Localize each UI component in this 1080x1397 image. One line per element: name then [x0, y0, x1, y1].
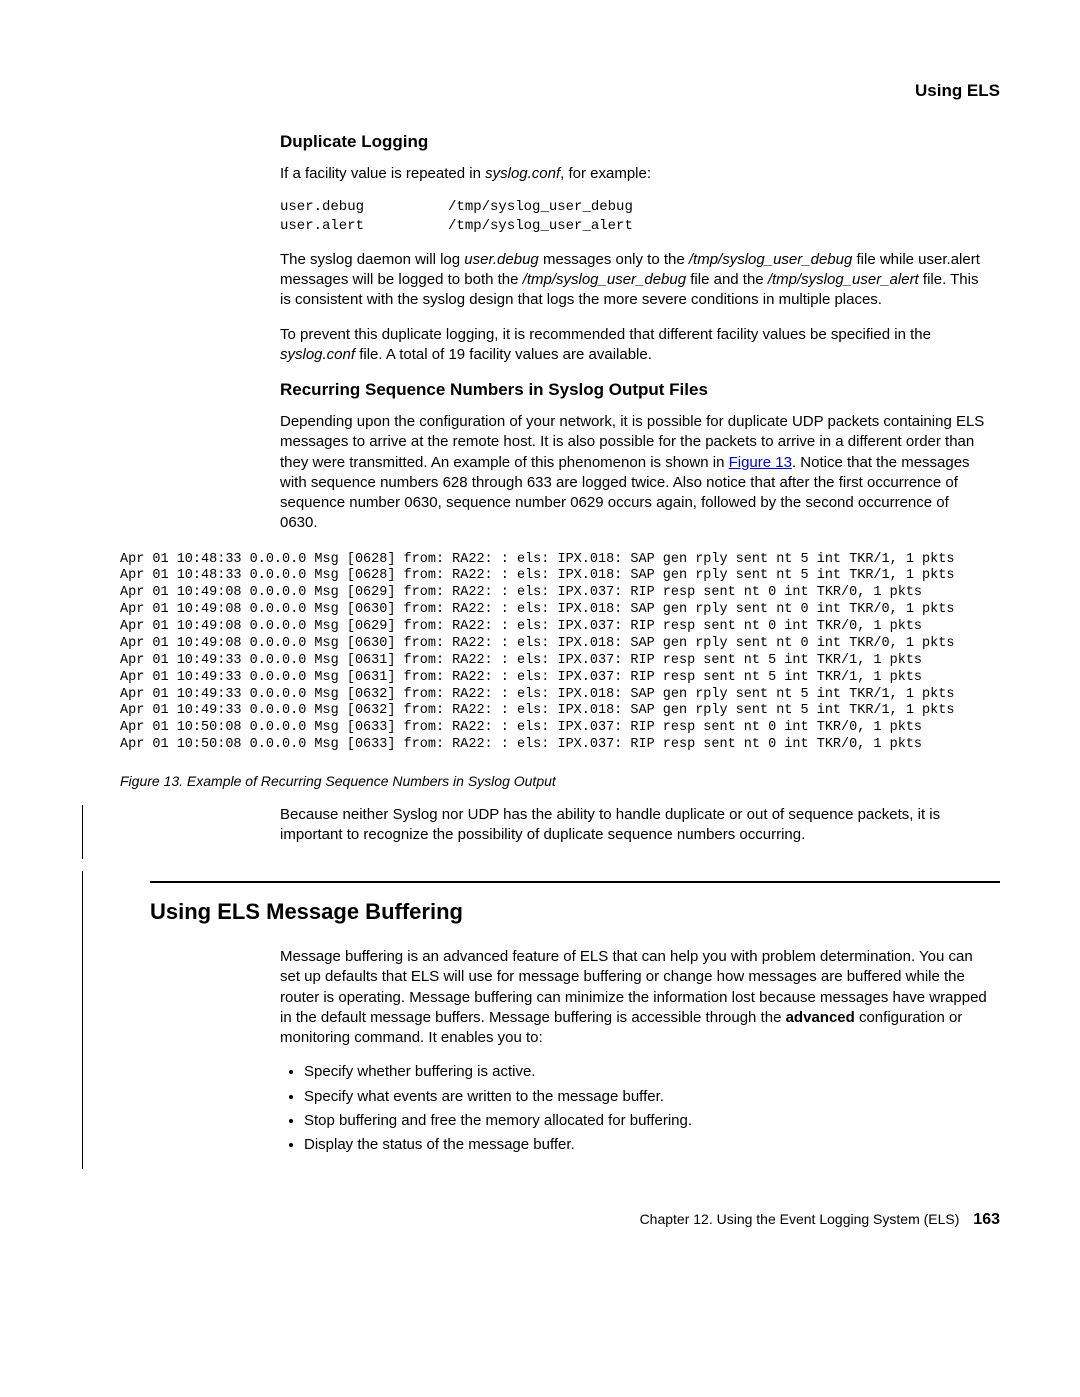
text: file and the: [686, 271, 768, 288]
heading-message-buffering: Using ELS Message Buffering: [150, 897, 1000, 927]
text-italic: /tmp/syslog_user_alert: [768, 271, 919, 288]
text: The syslog daemon will log: [280, 251, 464, 268]
text-italic: syslog.conf: [280, 346, 355, 363]
figure-caption: Figure 13. Example of Recurring Sequence…: [120, 772, 1000, 791]
list-item: Specify whether buffering is active.: [304, 1062, 990, 1082]
heading-duplicate-logging: Duplicate Logging: [280, 131, 990, 154]
text-bold: advanced: [786, 1009, 855, 1026]
page-footer: Chapter 12. Using the Event Logging Syst…: [80, 1209, 1000, 1231]
page-header-right: Using ELS: [80, 80, 1000, 103]
text: messages only to the: [539, 251, 689, 268]
section-rule: [150, 881, 1000, 883]
list-item: Display the status of the message buffer…: [304, 1135, 990, 1155]
syslog-output-block: Apr 01 10:48:33 0.0.0.0 Msg [0628] from:…: [120, 552, 1000, 755]
chapter-label: Chapter 12. Using the Event Logging Syst…: [640, 1211, 960, 1227]
code-block: user.debug /tmp/syslog_user_debug user.a…: [280, 198, 990, 236]
paragraph: Because neither Syslog nor UDP has the a…: [280, 805, 990, 846]
paragraph: To prevent this duplicate logging, it is…: [280, 325, 990, 366]
text-italic: /tmp/syslog_user_debug: [689, 251, 852, 268]
text-italic: syslog.conf: [485, 165, 560, 182]
text: file. A total of 19 facility values are …: [355, 346, 652, 363]
text: To prevent this duplicate logging, it is…: [280, 326, 931, 343]
paragraph: If a facility value is repeated in syslo…: [280, 164, 990, 184]
list-item: Stop buffering and free the memory alloc…: [304, 1111, 990, 1131]
change-bar: [80, 805, 110, 860]
page-number: 163: [973, 1211, 1000, 1228]
paragraph: Message buffering is an advanced feature…: [280, 947, 990, 1048]
change-bar: [80, 871, 110, 1169]
bullet-list: Specify whether buffering is active. Spe…: [280, 1062, 990, 1155]
list-item: Specify what events are written to the m…: [304, 1087, 990, 1107]
text: , for example:: [560, 165, 651, 182]
figure-link[interactable]: Figure 13: [729, 454, 792, 471]
text: If a facility value is repeated in: [280, 165, 485, 182]
paragraph: Depending upon the configuration of your…: [280, 412, 990, 534]
paragraph: The syslog daemon will log user.debug me…: [280, 250, 990, 311]
text-italic: /tmp/syslog_user_debug: [523, 271, 686, 288]
text-italic: user.debug: [464, 251, 539, 268]
heading-recurring-sequence: Recurring Sequence Numbers in Syslog Out…: [280, 379, 990, 402]
